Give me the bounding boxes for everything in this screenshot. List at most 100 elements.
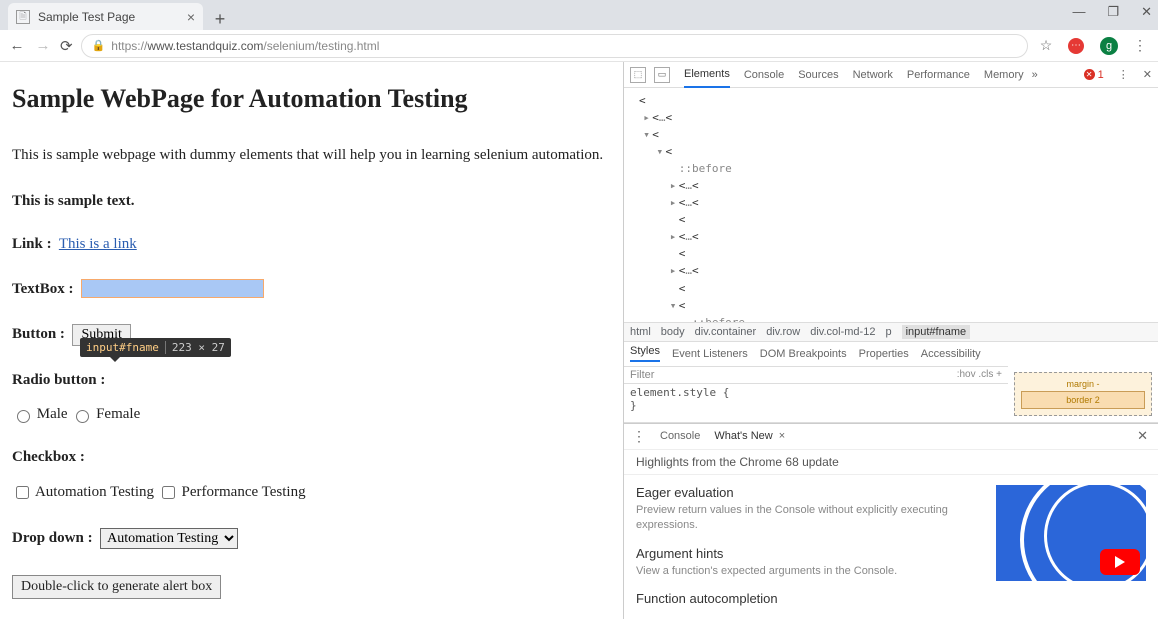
url-host: www.testandquiz.com [147, 39, 263, 53]
checkbox-performance[interactable] [162, 486, 175, 499]
crumb-p[interactable]: p [885, 326, 891, 338]
tooltip-dimensions: 223 × 27 [165, 341, 225, 354]
page-heading: Sample WebPage for Automation Testing [12, 84, 611, 114]
device-toggle-icon[interactable]: ▭ [654, 67, 670, 83]
drawer-highlights: Highlights from the Chrome 68 update [624, 450, 1158, 475]
drawer-tab-close-icon[interactable]: × [779, 430, 785, 442]
whatsnew-item-title: Argument hints [636, 546, 982, 561]
new-tab-button[interactable]: + [209, 8, 231, 30]
inspect-icon[interactable]: ⬚ [630, 67, 646, 83]
forward-button: → [34, 37, 52, 54]
drawer-tab-console[interactable]: Console [660, 430, 700, 442]
browser-toolbar: ← → ⟳ 🔒 https://www.testandquiz.com/sele… [0, 30, 1158, 62]
styles-tab-properties[interactable]: Properties [859, 348, 909, 360]
styles-filter[interactable]: Filter :hov .cls + [624, 366, 1008, 384]
devtools-tab-console[interactable]: Console [744, 63, 784, 87]
radio-female[interactable] [76, 410, 89, 423]
checkbox-performance-label: Performance Testing [182, 484, 306, 500]
crumb-input-fname[interactable]: input#fname [902, 325, 971, 339]
crumb-div-row[interactable]: div.row [766, 326, 800, 338]
drawer-close-icon[interactable]: ✕ [1137, 428, 1150, 444]
dom-node[interactable]: < [630, 245, 1158, 262]
devtools-toolbar: ⬚ ▭ Elements Console Sources Network Perform… [624, 62, 1158, 88]
dom-breadcrumb[interactable]: html body div.container div.row div.col-md-1… [624, 322, 1158, 342]
browser-tab[interactable]: 🗎 Sample Test Page × [8, 3, 203, 30]
radio-label: Radio button : [12, 372, 105, 388]
dom-node[interactable]: < [630, 211, 1158, 228]
reload-button[interactable]: ⟳ [60, 37, 73, 55]
dom-tree[interactable]: < ▸<…< ▾< ▾< ::before ▸<…< ▸<…< < ▸<…< <… [624, 88, 1158, 322]
box-model[interactable]: margin - border 2 [1014, 372, 1152, 416]
kebab-menu-icon[interactable]: ⋮ [1130, 37, 1150, 54]
extension-badge[interactable]: ⋯ [1068, 38, 1084, 54]
dropdown-label: Drop down : [12, 530, 93, 546]
radio-male-label: Male [37, 406, 68, 422]
dom-node[interactable]: ▸<…< [630, 177, 1158, 194]
doubleclick-button[interactable]: Double-click to generate alert box [12, 575, 221, 599]
tab-close-icon[interactable]: × [187, 9, 195, 25]
devtools-tab-performance[interactable]: Performance [907, 63, 970, 87]
dom-node[interactable]: ▾< [630, 297, 1158, 314]
radio-male[interactable] [17, 410, 30, 423]
profile-avatar[interactable]: g [1100, 37, 1118, 55]
window-minimize-button[interactable]: — [1072, 4, 1085, 20]
window-maximize-button[interactable]: ❐ [1107, 4, 1119, 20]
back-button[interactable]: ← [8, 37, 26, 54]
overflow-icon[interactable]: » [1032, 69, 1038, 81]
whatsnew-item-desc: Preview return values in the Console wit… [636, 503, 982, 534]
whatsnew-item-desc: View a function's expected arguments in … [636, 564, 982, 579]
star-icon[interactable]: ☆ [1036, 37, 1056, 54]
dom-node[interactable]: ▸<…< [630, 109, 1158, 126]
dom-node[interactable]: ▸<…< [630, 228, 1158, 245]
devtools-close-icon[interactable]: ✕ [1143, 68, 1152, 81]
browser-tabbar: 🗎 Sample Test Page × + — ❐ ✕ [0, 0, 1158, 30]
dom-node[interactable]: ▾< [630, 143, 1158, 160]
crumb-div-container[interactable]: div.container [695, 326, 757, 338]
devtools-kebab-icon[interactable]: ⋮ [1118, 68, 1129, 81]
checkbox-automation-label: Automation Testing [35, 484, 154, 500]
dropdown[interactable]: Automation Testing [100, 528, 238, 549]
element-style-rule[interactable]: element.style {} [624, 384, 1008, 414]
devtools-panel: ⬚ ▭ Elements Console Sources Network Perform… [623, 62, 1158, 619]
checkbox-automation[interactable] [16, 486, 29, 499]
dom-node[interactable]: ▾< [630, 126, 1158, 143]
sample-link[interactable]: This is a link [59, 236, 137, 252]
page-intro: This is sample webpage with dummy elemen… [12, 144, 611, 167]
dom-node[interactable]: ::before [630, 314, 1158, 322]
sample-text: This is sample text. [12, 193, 135, 209]
youtube-play-icon[interactable] [1100, 549, 1140, 575]
error-counter[interactable]: ✕1 [1084, 69, 1104, 81]
page-icon: 🗎 [16, 10, 30, 24]
tooltip-selector: input#fname [86, 341, 159, 354]
styles-tab-accessibility[interactable]: Accessibility [921, 348, 981, 360]
dom-node[interactable]: < [630, 92, 1158, 109]
styles-tab-styles[interactable]: Styles [630, 345, 660, 362]
styles-tab-dom-breakpoints[interactable]: DOM Breakpoints [760, 348, 847, 360]
checkbox-label: Checkbox : [12, 449, 85, 465]
drawer-tab-whatsnew[interactable]: What's New [714, 430, 772, 442]
whatsnew-video-thumb[interactable] [996, 485, 1146, 581]
styles-tab-event-listeners[interactable]: Event Listeners [672, 348, 748, 360]
address-bar[interactable]: 🔒 https://www.testandquiz.com/selenium/t… [81, 34, 1028, 58]
hov-cls-toggle[interactable]: :hov .cls + [957, 369, 1002, 380]
tab-title: Sample Test Page [38, 10, 135, 24]
crumb-html[interactable]: html [630, 326, 651, 338]
drawer-kebab-icon[interactable]: ⋮ [632, 428, 646, 445]
page-content: Sample WebPage for Automation Testing Th… [0, 62, 623, 619]
devtools-tab-network[interactable]: Network [853, 63, 893, 87]
inspector-tooltip: input#fname 223 × 27 [80, 338, 231, 357]
crumb-body[interactable]: body [661, 326, 685, 338]
dom-node[interactable]: ▸<…< [630, 194, 1158, 211]
window-close-button[interactable]: ✕ [1141, 4, 1152, 20]
devtools-tab-sources[interactable]: Sources [798, 63, 838, 87]
link-label: Link : [12, 236, 52, 252]
textbox-label: TextBox : [12, 281, 74, 297]
lock-icon: 🔒 [92, 39, 106, 52]
crumb-div-col-md-12[interactable]: div.col-md-12 [810, 326, 875, 338]
devtools-tab-memory[interactable]: Memory [984, 63, 1024, 87]
dom-node[interactable]: < [630, 280, 1158, 297]
devtools-tab-elements[interactable]: Elements [684, 62, 730, 88]
dom-node[interactable]: ::before [630, 160, 1158, 177]
fname-input[interactable] [81, 279, 264, 298]
dom-node[interactable]: ▸<…< [630, 262, 1158, 279]
